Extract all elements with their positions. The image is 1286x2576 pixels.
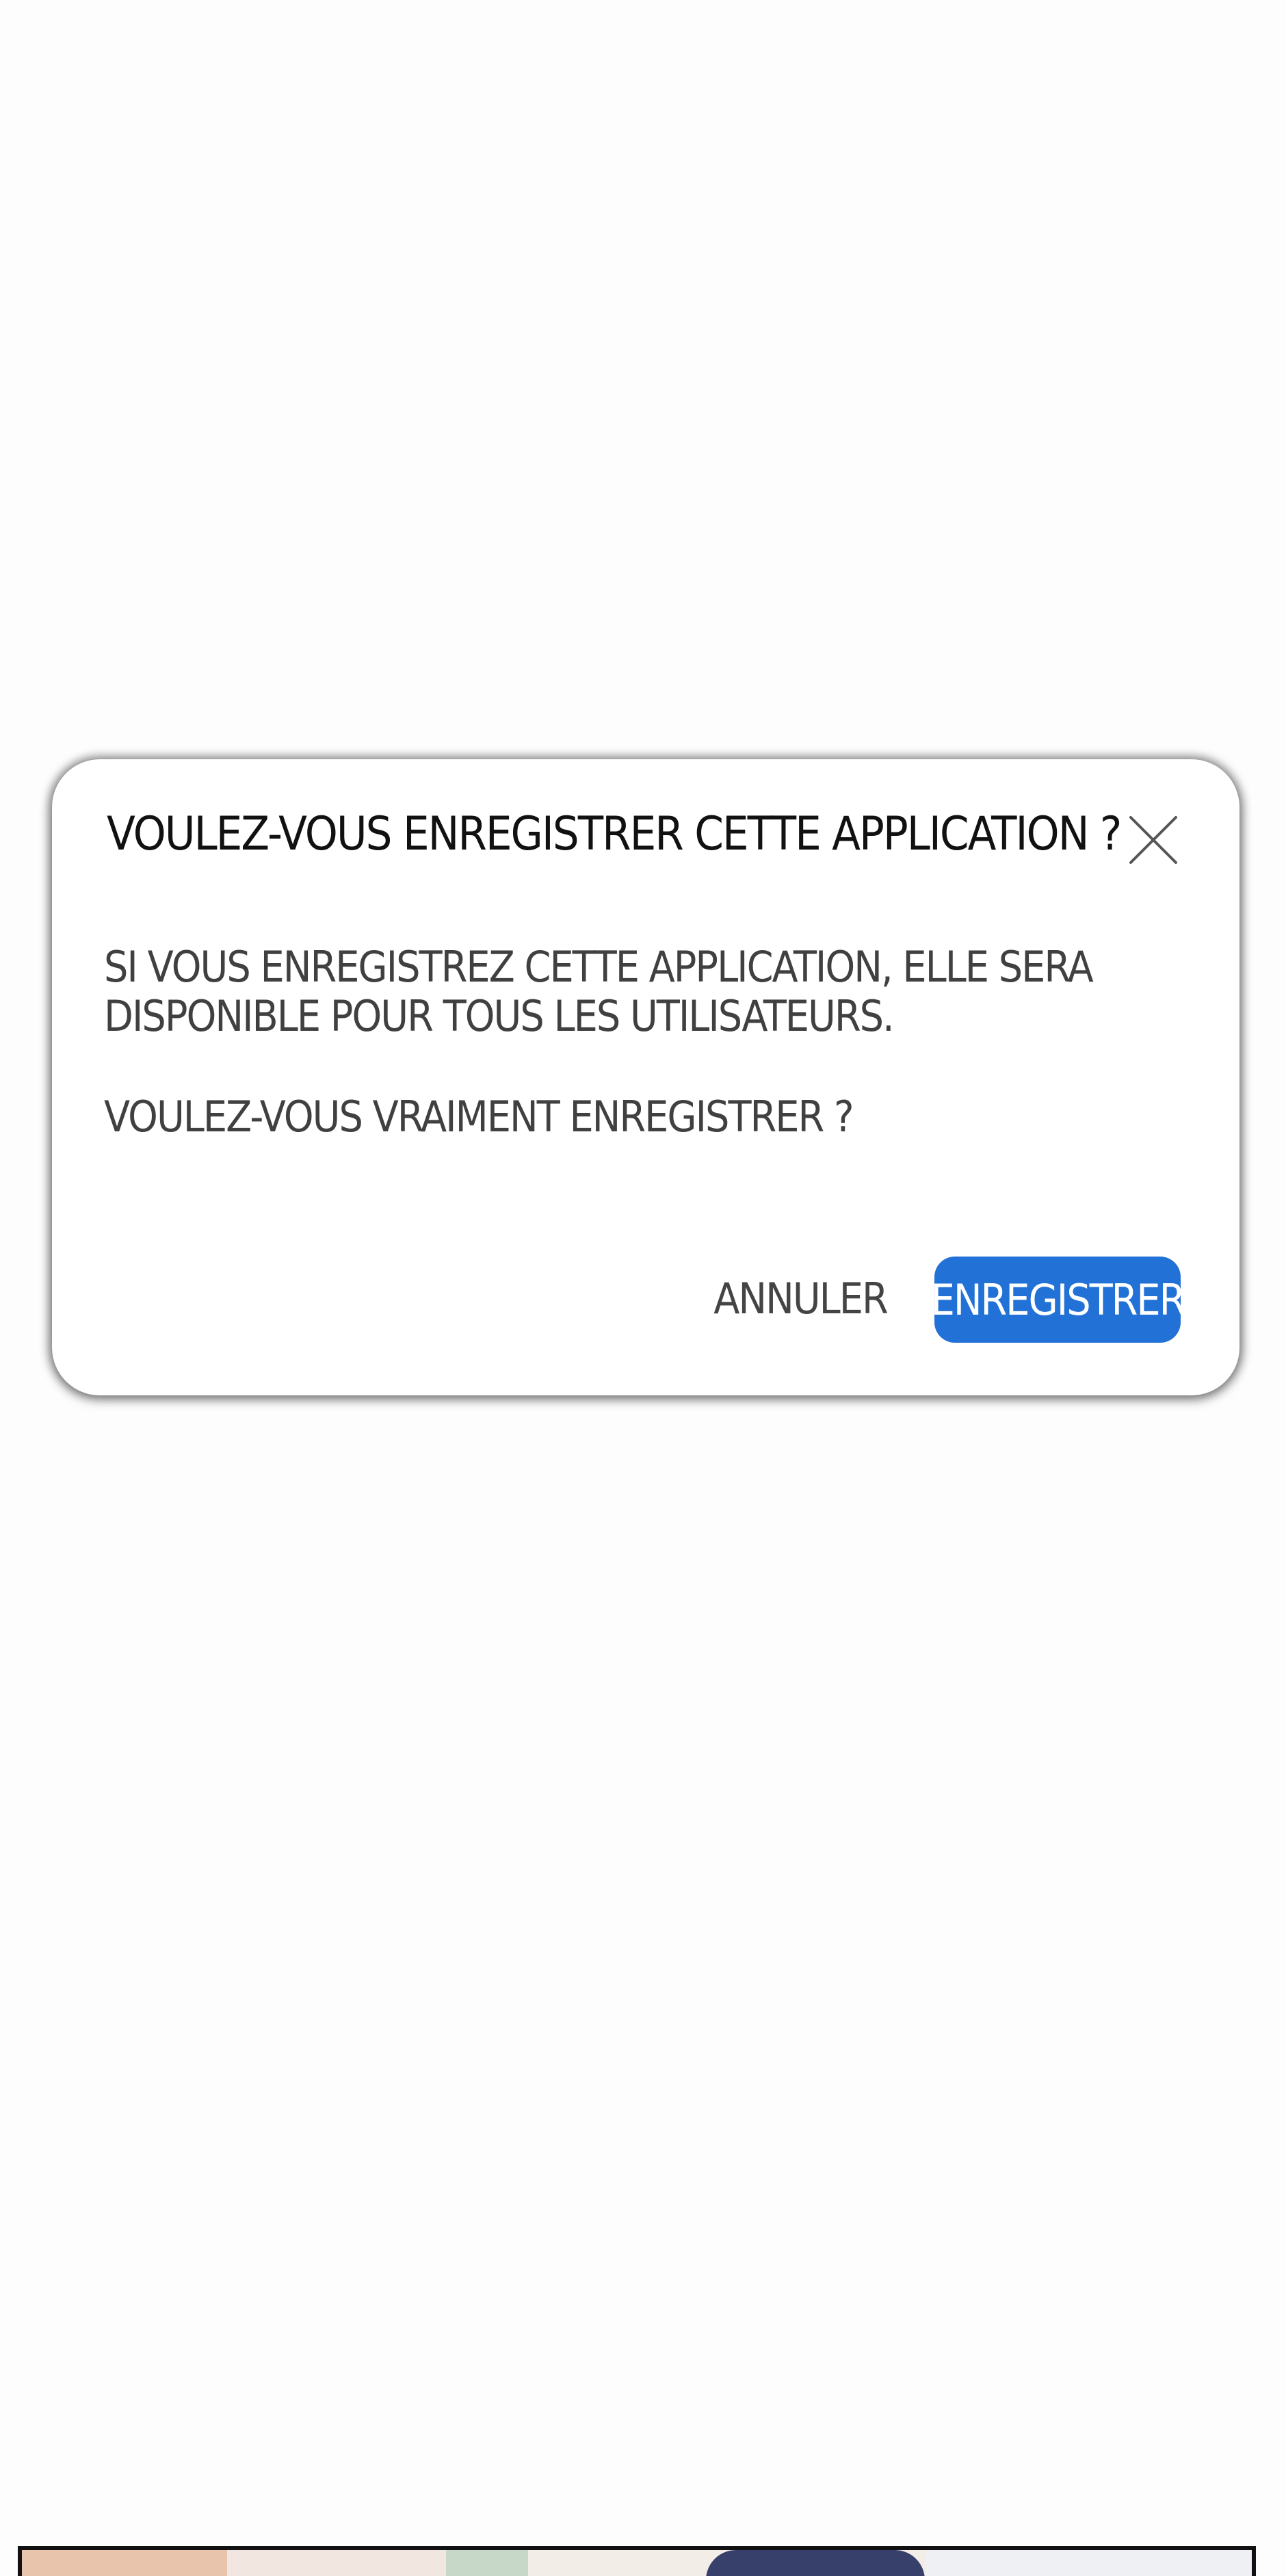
image-fragment	[22, 2550, 227, 2576]
close-button[interactable]	[1119, 806, 1187, 874]
cancel-button[interactable]: ANNULER	[698, 1257, 903, 1339]
image-fragment	[925, 2550, 1252, 2576]
dialog-title: VOULEZ-VOUS ENREGISTRER CETTE APPLICATIO…	[107, 807, 1122, 861]
dialog-message: SI VOUS ENREGISTREZ CETTE APPLICATION, E…	[104, 942, 1094, 1041]
save-button[interactable]: ENREGISTRER	[931, 1257, 1185, 1343]
dialog-question: VOULEZ-VOUS VRAIMENT ENREGISTRER ?	[104, 1092, 854, 1142]
image-fragment	[227, 2550, 446, 2576]
close-icon	[1129, 816, 1177, 864]
dialog-body: SI VOUS ENREGISTREZ CETTE APPLICATION, E…	[104, 943, 1171, 1142]
image-fragment	[706, 2550, 925, 2576]
background-image-strip	[18, 2546, 1256, 2576]
save-confirmation-dialog: VOULEZ-VOUS ENREGISTRER CETTE APPLICATIO…	[52, 759, 1239, 1395]
image-fragment	[446, 2550, 528, 2576]
